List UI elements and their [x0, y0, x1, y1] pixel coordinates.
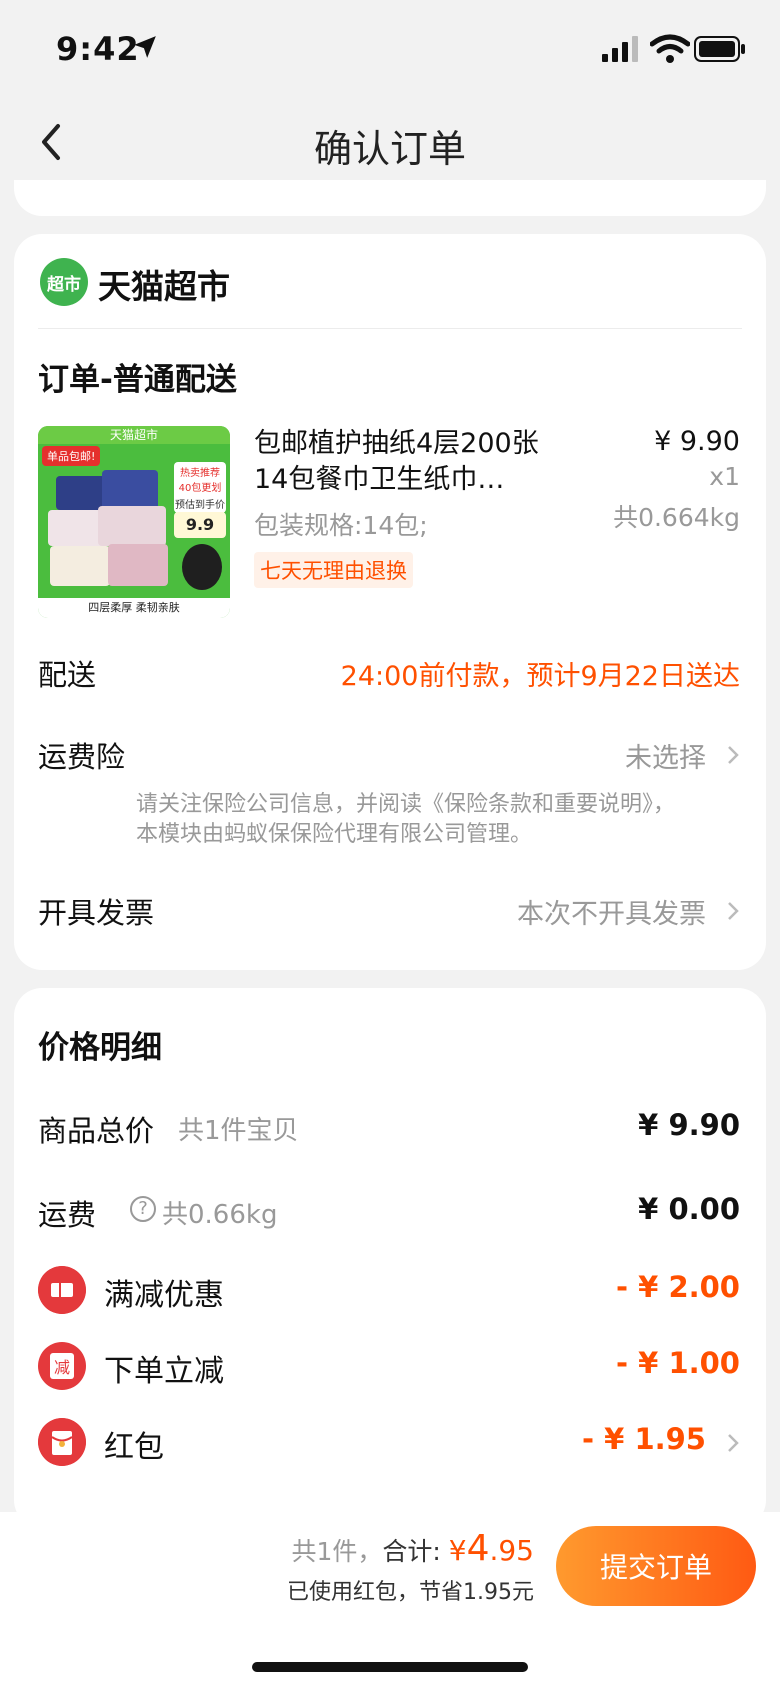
- checkout-bar: 共1件，合计: ¥4.95 已使用红包，节省1.95元 提交订单: [0, 1512, 780, 1688]
- shipping-weight: 共0.66kg: [162, 1200, 278, 1230]
- tissue-pack: [56, 476, 106, 510]
- reduce-icon: 减: [38, 1342, 86, 1390]
- saved-note: 已使用红包，节省1.95元: [287, 1580, 534, 1605]
- mascot: [182, 544, 222, 590]
- chevron-right-icon[interactable]: [722, 744, 744, 766]
- product-title[interactable]: 包邮植护抽纸4层200张14包餐巾卫生纸巾…: [254, 426, 554, 498]
- red-packet-icon: [38, 1418, 86, 1466]
- cellular-signal-icon: [602, 36, 638, 62]
- invoice-label: 开具发票: [38, 896, 155, 930]
- divider: [38, 328, 742, 329]
- shop-name[interactable]: 天猫超市: [98, 260, 230, 308]
- return-policy-tag: 七天无理由退换: [254, 552, 413, 588]
- discount-label: 满减优惠: [104, 1278, 224, 1313]
- total-line: 共1件，合计: ¥4.95: [291, 1528, 534, 1569]
- page-title: 确认订单: [313, 127, 466, 171]
- status-time: 9:42: [56, 30, 140, 68]
- product-image-bottom-text: 四层柔厚 柔韧亲肤: [38, 598, 230, 618]
- price-detail-card: 价格明细 商品总价 共1件宝贝 ¥ 9.90 运费 ? 共0.66kg ¥ 0.…: [14, 988, 766, 1528]
- product-image[interactable]: 天猫超市 单品包邮! 热卖推荐 40包更划算 预估到手价 9.9 四层柔厚 柔韧…: [38, 426, 230, 618]
- shop-logo: 超市: [40, 258, 88, 306]
- product-quantity: x1: [709, 462, 740, 491]
- home-indicator: [252, 1662, 528, 1672]
- product-image-price: 9.9: [174, 512, 226, 538]
- goods-total-value: ¥ 9.90: [638, 1108, 740, 1142]
- wifi-icon: [650, 34, 690, 63]
- item-count: 共1件，: [291, 1537, 383, 1566]
- red-packet-value[interactable]: - ¥ 1.95: [582, 1422, 706, 1456]
- order-card: 超市 天猫超市 订单-普通配送 天猫超市 单品包邮! 热卖推荐 40包更划算 预…: [14, 234, 766, 970]
- delivery-type: 订单-普通配送: [38, 362, 237, 398]
- product-price: ¥ 9.90: [654, 426, 740, 457]
- shipping-value: ¥ 0.00: [638, 1192, 740, 1226]
- chevron-right-icon[interactable]: [722, 900, 744, 922]
- tissue-pack: [50, 546, 110, 586]
- insurance-value[interactable]: 未选择: [625, 736, 706, 775]
- total-label: 合计:: [382, 1537, 441, 1566]
- help-icon[interactable]: ?: [130, 1196, 156, 1222]
- product-image-top-text: 天猫超市: [38, 426, 230, 444]
- insurance-label: 运费险: [38, 740, 126, 774]
- battery-icon: [694, 36, 745, 62]
- invoice-value[interactable]: 本次不开具发票: [517, 892, 706, 931]
- delivery-label-text: 配送: [38, 658, 97, 692]
- red-packet-label: 红包: [104, 1430, 164, 1465]
- shipping-label: 运费: [38, 1198, 97, 1232]
- product-spec: 包装规格:14包;: [254, 511, 428, 540]
- status-bar: 9:42: [0, 0, 780, 100]
- total-integer: 4: [466, 1528, 490, 1569]
- address-card-bottom: [14, 180, 766, 216]
- product-image-badge: 单品包邮!: [42, 446, 101, 466]
- goods-count: 共1件宝贝: [178, 1116, 299, 1146]
- instant-discount-label: 下单立减: [104, 1354, 224, 1389]
- submit-order-button[interactable]: 提交订单: [556, 1526, 756, 1606]
- tissue-pack: [98, 506, 166, 546]
- total-decimal: .95: [489, 1534, 534, 1567]
- discount-value: - ¥ 2.00: [616, 1270, 740, 1304]
- reduce-icon-text: 减: [50, 1353, 74, 1379]
- tissue-pack: [108, 544, 168, 586]
- currency-symbol: ¥: [448, 1534, 467, 1567]
- navigation-bar: 确认订单: [0, 100, 780, 184]
- product-weight: 共0.664kg: [613, 503, 740, 532]
- tissue-pack: [102, 470, 158, 510]
- goods-total-label: 商品总价: [38, 1114, 155, 1148]
- chevron-right-icon[interactable]: [722, 1432, 744, 1454]
- product-image-label1: 热卖推荐: [180, 468, 220, 479]
- product-image-price-label: 预估到手价: [174, 494, 226, 513]
- price-detail-title: 价格明细: [38, 1030, 162, 1066]
- instant-discount-value: - ¥ 1.00: [616, 1346, 740, 1380]
- coupon-icon: [38, 1266, 86, 1314]
- delivery-estimate: 24:00前付款，预计9月22日送达: [340, 661, 740, 692]
- insurance-note: 请关注保险公司信息，并阅读《保险条款和重要说明》，本模块由蚂蚁保保险代理有限公司…: [136, 792, 676, 847]
- location-arrow-icon: [134, 36, 156, 58]
